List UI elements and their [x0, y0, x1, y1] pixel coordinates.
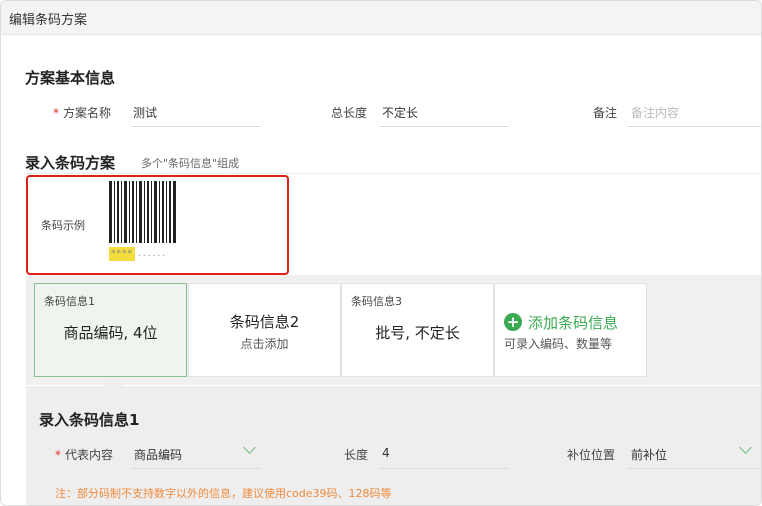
divider — [26, 173, 761, 174]
scheme-name-underline — [131, 126, 261, 127]
dialog-title: 编辑条码方案 — [9, 13, 88, 28]
pad-position-underline — [627, 468, 761, 469]
entry-length-input[interactable]: 4 — [382, 446, 390, 460]
barcode-sample-label: 条码示例 — [41, 219, 85, 232]
barcode-scheme-title: 录入条码方案 — [25, 154, 116, 172]
barcode-info-card-2[interactable]: 条码信息2 点击添加 — [188, 283, 341, 377]
total-length-value[interactable]: 不定长 — [382, 104, 418, 121]
card-1-label: 条码信息1 — [44, 295, 95, 308]
remark-underline — [627, 126, 761, 127]
edit-barcode-scheme-dialog: 编辑条码方案 方案基本信息 * 方案名称 测试 总长度 不定长 备注 备注内容 录… — [0, 0, 762, 506]
content-select[interactable]: 商品编码 — [134, 446, 182, 463]
remark-input[interactable]: 备注内容 — [631, 104, 679, 121]
barcode-sample-highlighted-digits: **** — [109, 247, 135, 261]
plus-circle-icon: + — [504, 313, 522, 331]
pad-position-label: 补位位置 — [567, 448, 616, 462]
scheme-name-input[interactable]: 测试 — [133, 104, 157, 121]
entry-title: 录入条码信息1 — [39, 411, 140, 429]
card-3-value: 批号, 不定长 — [375, 324, 460, 342]
dialog-titlebar: 编辑条码方案 — [1, 1, 761, 35]
active-card-pointer — [105, 377, 123, 386]
card-2-sub: 点击添加 — [240, 337, 289, 351]
content-underline — [131, 468, 261, 469]
card-3-label: 条码信息3 — [351, 295, 402, 308]
basic-info-title: 方案基本信息 — [25, 69, 116, 87]
total-length-underline — [379, 126, 509, 127]
add-barcode-info-sub: 可录入编码、数量等 — [504, 337, 613, 351]
total-length-label: 总长度 — [331, 106, 368, 120]
barcode-sample-dots: ...... — [138, 249, 168, 259]
card-2-title: 条码信息2 — [229, 313, 300, 331]
pad-position-select[interactable]: 前补位 — [631, 446, 667, 463]
required-mark: * — [53, 106, 59, 120]
codec-note: 注：部分码制不支持数字以外的信息，建议使用code39码、128码等 — [55, 487, 392, 500]
required-mark: * — [55, 448, 61, 462]
remark-label: 备注 — [593, 106, 618, 120]
barcode-info-card-3[interactable]: 条码信息3 批号, 不定长 — [341, 283, 494, 377]
scheme-name-label: * 方案名称 — [53, 106, 112, 120]
card-1-value: 商品编码, 4位 — [63, 324, 158, 342]
entry-length-label: 长度 — [344, 448, 369, 462]
entry-length-underline — [379, 468, 509, 469]
add-barcode-info-card[interactable]: + 添加条码信息 可录入编码、数量等 — [494, 283, 647, 377]
add-barcode-info-title: 添加条码信息 — [528, 314, 619, 332]
barcode-sample-icon — [109, 181, 177, 243]
barcode-info-card-1[interactable]: 条码信息1 商品编码, 4位 — [34, 283, 187, 377]
content-label: * 代表内容 — [55, 448, 114, 462]
barcode-scheme-hint: 多个"条码信息"组成 — [141, 157, 240, 170]
